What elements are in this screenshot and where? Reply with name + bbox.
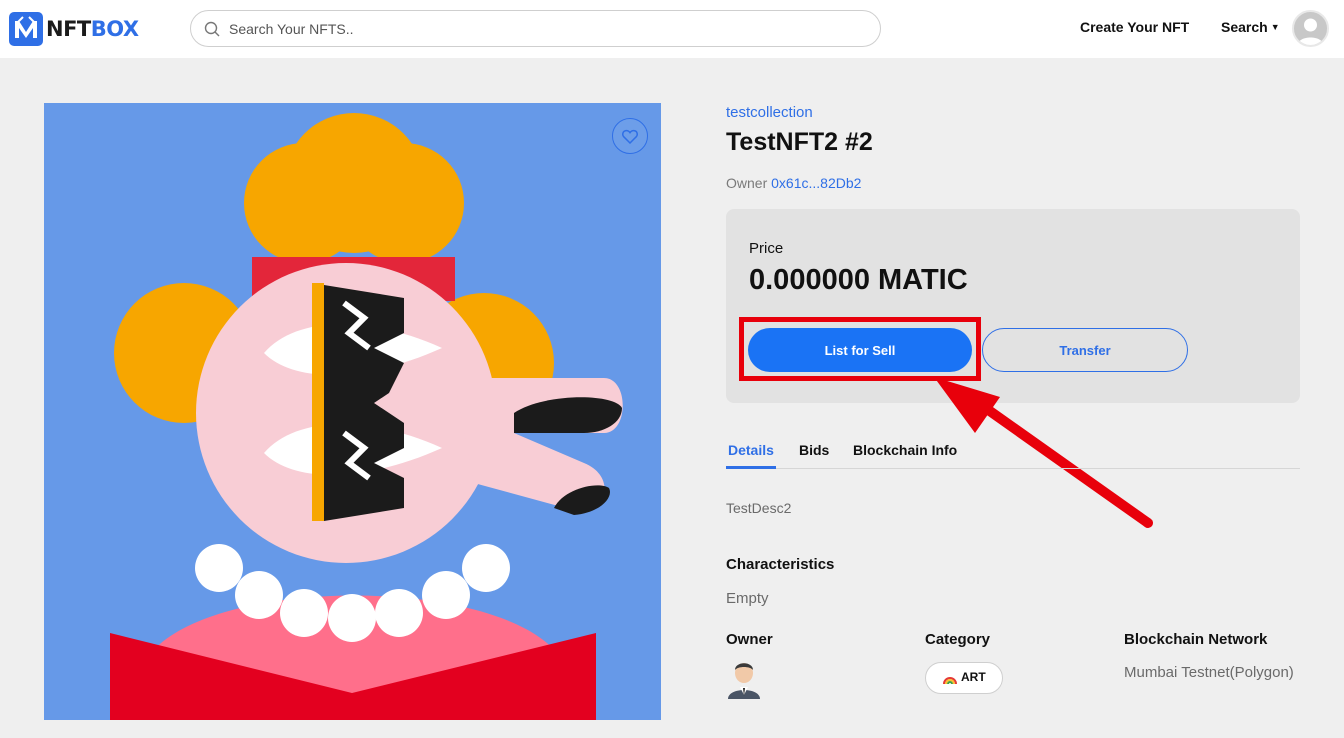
favorite-button[interactable] [612,118,648,154]
owner-line: Owner 0x61c...82Db2 [726,175,861,191]
logo-nft-text: NFT [46,17,91,41]
category-label: ART [961,670,986,684]
annotation-highlight-box [739,317,981,381]
search-input[interactable] [229,13,829,44]
logo-mark-icon [9,12,43,46]
collection-link[interactable]: testcollection [726,104,813,121]
search-icon [204,21,220,37]
nft-description: TestDesc2 [726,500,792,516]
owner-label: Owner [726,175,768,191]
top-navbar: NFTBOX Create Your NFT Search▼ [0,0,1344,58]
heart-icon [622,129,638,144]
nft-title: TestNFT2 #2 [726,128,873,156]
detail-tabs: Details Bids Blockchain Info [726,440,1300,469]
nftbox-logo[interactable]: NFTBOX [9,12,139,46]
owner-avatar[interactable] [726,659,762,699]
search-dropdown-label: Search [1221,19,1268,35]
create-nft-link[interactable]: Create Your NFT [1080,19,1189,35]
network-value: Mumbai Testnet(Polygon) [1124,664,1294,681]
caret-down-icon: ▼ [1270,22,1280,32]
owner-heading: Owner [726,631,773,648]
characteristics-heading: Characteristics [726,556,835,573]
category-heading: Category [925,631,991,648]
tab-details[interactable]: Details [728,442,774,458]
user-avatar[interactable] [1292,10,1329,47]
search-bar [190,10,881,47]
characteristics-value: Empty [726,590,769,607]
price-value: 0.000000 MATIC [749,264,968,296]
owner-address-link[interactable]: 0x61c...82Db2 [771,175,861,191]
transfer-button[interactable]: Transfer [982,328,1188,372]
rainbow-icon [943,677,957,685]
price-label: Price [749,240,784,257]
logo-wordmark: NFTBOX [46,17,139,41]
logo-box-text: BOX [90,17,139,41]
tab-bids[interactable]: Bids [799,442,829,458]
user-silhouette-icon [1298,18,1323,45]
search-dropdown[interactable]: Search ▼ [1221,19,1280,35]
active-tab-indicator [726,466,776,469]
tab-blockchain-info[interactable]: Blockchain Info [853,442,957,458]
nft-artwork [44,103,661,720]
network-heading: Blockchain Network [1124,631,1268,648]
category-pill[interactable]: ART [925,662,1003,694]
